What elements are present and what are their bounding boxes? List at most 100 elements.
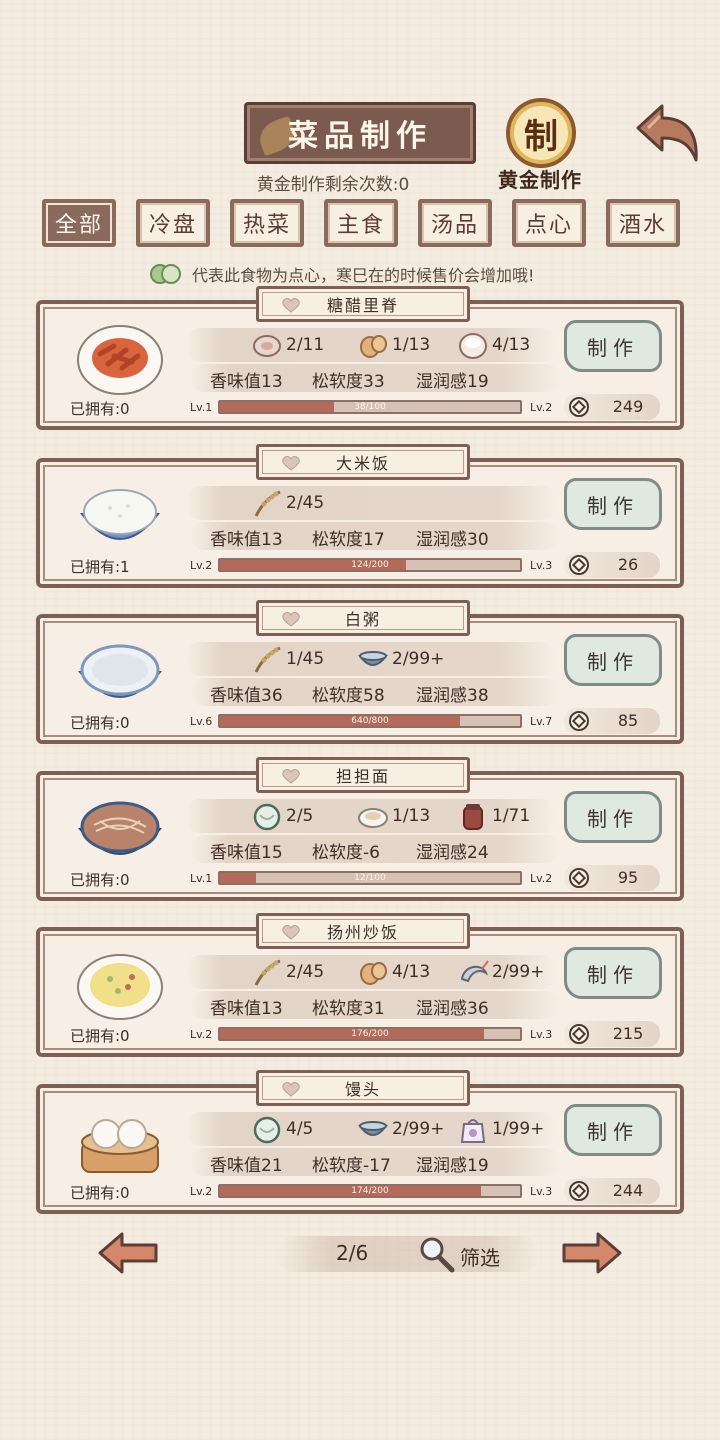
flour-icon: [459, 333, 487, 359]
price-tag: 26: [564, 552, 660, 578]
recipe-name-plate: 糖醋里脊: [256, 286, 470, 322]
next-level: Lv.2: [530, 872, 553, 885]
make-button[interactable]: 制作: [564, 320, 662, 372]
ingredient-count: 4/13: [392, 962, 431, 982]
heart-icon[interactable]: [281, 455, 301, 471]
prev-page-arrow-icon[interactable]: [96, 1230, 160, 1276]
heart-icon[interactable]: [281, 924, 301, 940]
level-progress-bar: 640/800: [218, 714, 522, 728]
aroma-stat: 香味值13: [210, 530, 283, 550]
ingredient-row: 2/45 4/13 2/99+: [186, 955, 556, 989]
recipe-card: 大米饭 已拥有:1 2/45 香味值13 松软度17 湿润感30 Lv.2 12…: [36, 444, 684, 588]
progress-text: 12/100: [354, 873, 386, 883]
filter-button[interactable]: 筛选: [460, 1242, 500, 1271]
moisture-stat: 湿润感19: [416, 372, 489, 392]
price-tag: 244: [564, 1178, 660, 1204]
heart-icon[interactable]: [281, 1081, 301, 1097]
tab-5[interactable]: 点心: [512, 199, 586, 247]
next-page-arrow-icon[interactable]: [560, 1230, 624, 1276]
tab-3[interactable]: 主食: [324, 199, 398, 247]
make-button[interactable]: 制作: [564, 634, 662, 686]
heart-icon[interactable]: [281, 611, 301, 627]
coin-icon: [569, 868, 589, 888]
recipe-name: 担担面: [335, 767, 390, 786]
coin-icon: [569, 1181, 589, 1201]
ingredient-item: 2/99+: [356, 1114, 444, 1144]
price-tag: 85: [564, 708, 660, 734]
gold-seal-char: 制: [524, 116, 558, 157]
ingredient-item: 4/5: [250, 1114, 313, 1144]
gold-craft-seal-icon[interactable]: 制: [506, 98, 576, 168]
back-arrow-icon[interactable]: [632, 100, 702, 166]
ingredient-item: 2/99+: [456, 957, 544, 987]
ingredient-row: 4/5 2/99+ 1/99+: [186, 1112, 556, 1146]
steamed-bun-icon: [81, 1119, 159, 1173]
level-progress-bar: 12/100: [218, 871, 522, 885]
ingredient-count: 4/13: [492, 335, 531, 355]
snack-hint: 代表此食物为点心，寒巳在的时候售价会增加哦!: [150, 261, 534, 287]
ingredient-row: 1/45 2/99+: [186, 642, 556, 676]
ingredient-row: 2/5 1/13 1/71: [186, 799, 556, 833]
current-level: Lv.2: [190, 1185, 213, 1198]
make-button[interactable]: 制作: [564, 478, 662, 530]
aroma-stat: 香味值21: [210, 1156, 283, 1176]
sugar-bag-icon: [460, 1119, 486, 1143]
recipe-name-plate: 白粥: [256, 600, 470, 636]
snack-dumpling-icon: [150, 263, 182, 285]
gold-craft-button[interactable]: 黄金制作: [488, 164, 592, 193]
heart-icon[interactable]: [281, 768, 301, 784]
ingredient-row: 2/45: [186, 486, 556, 520]
progress-text: 38/100: [354, 402, 386, 412]
ingredient-count: 1/13: [392, 806, 431, 826]
tab-6[interactable]: 酒水: [606, 199, 680, 247]
coin-icon: [569, 397, 589, 417]
sweet-sour-pork-icon: [77, 325, 163, 395]
recipe-name-plate: 馒头: [256, 1070, 470, 1106]
rice-plant-icon: [254, 646, 281, 673]
tab-0[interactable]: 全部: [42, 199, 116, 247]
progress-text: 176/200: [351, 1029, 389, 1039]
ingredient-count: 2/11: [286, 335, 325, 355]
tab-2[interactable]: 热菜: [230, 199, 304, 247]
price-tag: 215: [564, 1021, 660, 1047]
moisture-stat: 湿润感36: [416, 999, 489, 1019]
heart-icon[interactable]: [281, 297, 301, 313]
make-button[interactable]: 制作: [564, 1104, 662, 1156]
make-button[interactable]: 制作: [564, 947, 662, 999]
fried-rice-icon: [77, 954, 163, 1020]
ingredient-count: 2/99+: [392, 1119, 445, 1139]
ingredient-item: 2/45: [250, 957, 324, 987]
moisture-stat: 湿润感19: [416, 1156, 489, 1176]
current-level: Lv.2: [190, 1028, 213, 1041]
magnifier-icon[interactable]: [416, 1234, 456, 1274]
softness-stat: 松软度33: [312, 372, 385, 392]
stat-row: 香味值13 松软度31 湿润感36: [190, 991, 560, 1019]
page-indicator: 2/6: [336, 1241, 369, 1265]
noodle-icon: [253, 1116, 281, 1144]
price-value: 26: [617, 555, 639, 574]
owned-count: 已拥有:1: [70, 558, 130, 576]
price-tag: 95: [564, 865, 660, 891]
owned-count: 已拥有:0: [70, 1027, 130, 1045]
tab-1[interactable]: 冷盘: [136, 199, 210, 247]
tab-4[interactable]: 汤品: [418, 199, 492, 247]
noodle-icon: [253, 803, 281, 831]
ingredient-count: 1/71: [492, 806, 531, 826]
recipe-card: 馒头 已拥有:0 4/5 2/99+ 1/99+ 香味值21 松软度-17 湿润…: [36, 1070, 684, 1214]
water-bowl-icon: [358, 1121, 388, 1136]
coin-icon: [569, 1024, 589, 1044]
page-title: 菜品制作: [288, 119, 432, 154]
title-plate: 菜品制作: [244, 102, 476, 164]
shrimp-icon: [460, 960, 489, 983]
make-button[interactable]: 制作: [564, 791, 662, 843]
aroma-stat: 香味值13: [210, 999, 283, 1019]
ingredient-count: 2/5: [286, 806, 314, 826]
recipe-card: 糖醋里脊 已拥有:0 2/11 1/13 4/13 香味值13 松软度33 湿润…: [36, 286, 684, 430]
owned-count: 已拥有:0: [70, 871, 130, 889]
aroma-stat: 香味值36: [210, 686, 283, 706]
stat-row: 香味值15 松软度-6 湿润感24: [190, 835, 560, 863]
price-value: 249: [612, 397, 644, 416]
recipe-name-plate: 大米饭: [256, 444, 470, 480]
egg-icon: [360, 962, 387, 985]
next-level: Lv.3: [530, 559, 553, 572]
